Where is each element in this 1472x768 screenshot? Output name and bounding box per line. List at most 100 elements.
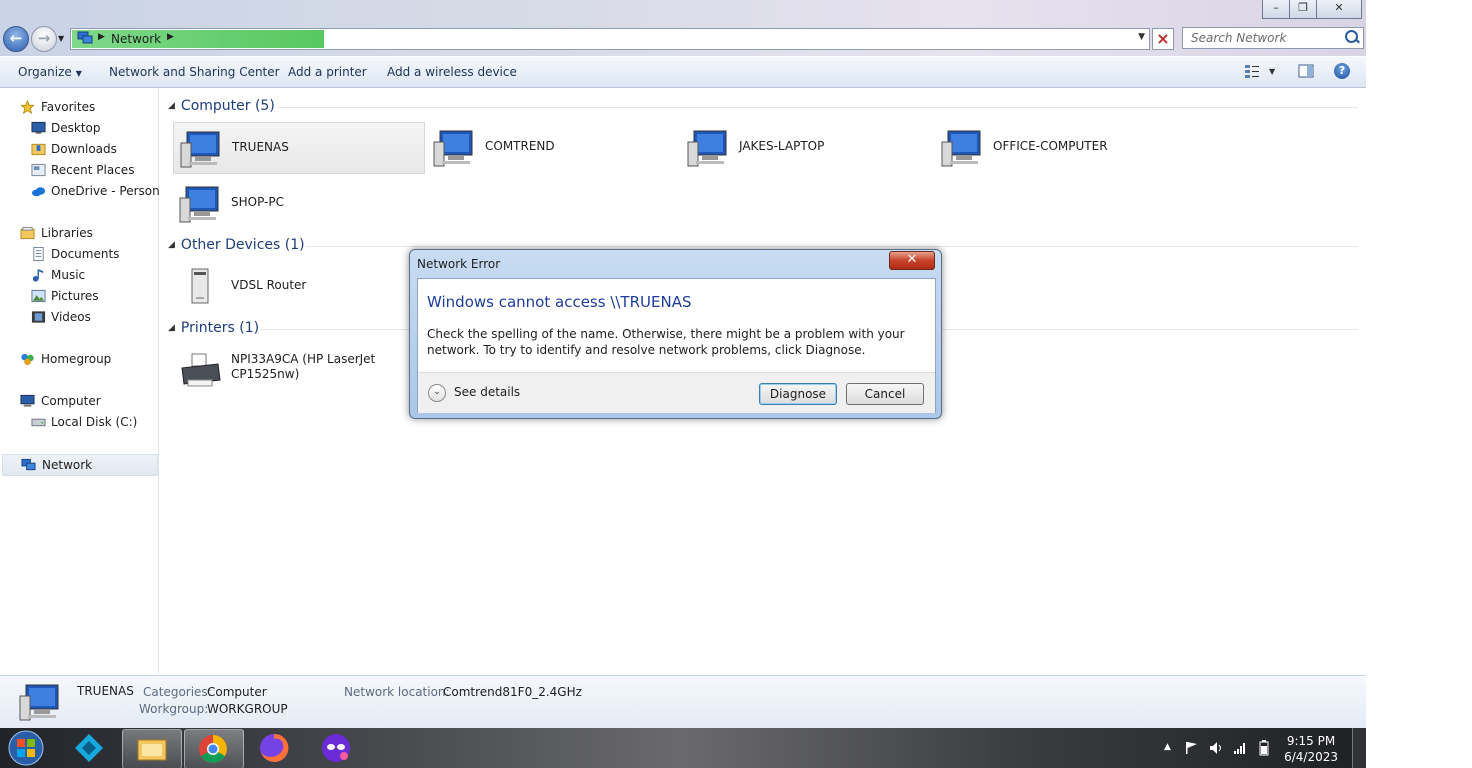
device-label: VDSL Router (231, 278, 307, 292)
diagnose-button[interactable]: Diagnose (759, 383, 837, 405)
view-dropdown-icon[interactable]: ▼ (1269, 67, 1275, 76)
sidebar-item-libraries[interactable]: Libraries (0, 223, 158, 243)
sidebar-item-label: Music (51, 268, 86, 282)
close-icon[interactable]: ✕ (1316, 0, 1362, 19)
network-sharing-center-button[interactable]: Network and Sharing Center (109, 65, 280, 79)
group-title: Computer (5) (180, 98, 275, 114)
see-details-toggle[interactable]: See details (454, 385, 520, 399)
recent-pages-dropdown-icon[interactable]: ▼ (58, 34, 64, 43)
device-label: OFFICE-COMPUTER (993, 139, 1108, 153)
sidebar-item-videos[interactable]: Videos (0, 307, 158, 327)
help-icon[interactable]: ? (1334, 63, 1350, 79)
title-bar: – ❐ ✕ ← → ▼ ▶ Network ▶ ▼ × Search Netwo… (0, 0, 1366, 56)
search-input[interactable]: Search Network (1182, 27, 1364, 49)
organize-label: Organize (18, 65, 72, 79)
battery-icon[interactable] (1259, 740, 1269, 756)
device-label: COMTREND (485, 139, 555, 153)
sidebar-item-downloads[interactable]: Downloads (0, 139, 158, 159)
computer-icon (179, 186, 219, 223)
device-jakes-laptop[interactable]: JAKES-LAPTOP (681, 122, 931, 172)
computer-icon (433, 130, 473, 167)
sidebar-item-homegroup[interactable]: Homegroup (0, 349, 158, 369)
sidebar-item-label: Libraries (41, 226, 93, 240)
add-wireless-device-button[interactable]: Add a wireless device (387, 65, 517, 79)
show-hidden-icons-icon[interactable]: ▲ (1164, 742, 1171, 752)
forward-button[interactable]: → (31, 26, 57, 52)
device-printer[interactable]: NPI33A9CA (HP LaserJet CP1525nw) (173, 344, 423, 394)
start-button-icon[interactable] (6, 730, 46, 766)
sidebar-item-documents[interactable]: Documents (0, 244, 158, 264)
network-signal-icon[interactable] (1233, 741, 1247, 755)
sidebar-item-pictures[interactable]: Pictures (0, 286, 158, 306)
address-dropdown-icon[interactable]: ▼ (1138, 32, 1145, 42)
taskbar-clock[interactable]: 9:15 PM 6/4/2023 (1284, 733, 1338, 765)
hard-drive-icon (31, 418, 46, 427)
search-placeholder: Search Network (1191, 31, 1287, 45)
breadcrumb-network[interactable]: Network (111, 32, 161, 46)
sidebar-item-label: Documents (51, 247, 120, 261)
taskbar-app[interactable] (308, 729, 366, 767)
cancel-button[interactable]: Cancel (846, 383, 924, 405)
minimize-icon[interactable]: – (1262, 0, 1290, 19)
taskbar-kodi[interactable] (60, 729, 118, 767)
device-vdsl-router[interactable]: VDSL Router (173, 261, 423, 311)
group-divider (306, 246, 1358, 247)
dialog-close-icon[interactable]: ✕ (889, 251, 935, 270)
computer-icon (941, 130, 981, 167)
chevron-down-icon: ▼ (75, 69, 82, 78)
sidebar-item-favorites[interactable]: Favorites (0, 97, 158, 117)
taskbar-chrome[interactable] (184, 729, 244, 768)
details-workgroup-label: Workgroup: (139, 702, 209, 716)
chevron-down-icon[interactable]: ⌄ (428, 384, 446, 402)
device-truenas[interactable]: TRUENAS (173, 122, 425, 174)
address-bar[interactable]: ▶ Network ▶ ▼ (70, 28, 1150, 50)
sidebar-item-recent-places[interactable]: Recent Places (0, 160, 158, 180)
view-options-icon[interactable] (1244, 63, 1260, 79)
show-desktop-button[interactable] (1352, 728, 1366, 768)
sidebar-item-local-disk[interactable]: Local Disk (C:) (0, 412, 158, 432)
details-categories-label: Categories: (143, 685, 212, 699)
taskbar-firefox[interactable] (246, 729, 304, 767)
network-icon (21, 458, 36, 471)
search-icon[interactable] (1345, 30, 1358, 43)
printer-name-line2: CP1525nw) (231, 367, 300, 381)
add-printer-button[interactable]: Add a printer (288, 65, 367, 79)
navigation-pane: Favorites Desktop Downloads Recent Place… (0, 88, 170, 674)
details-location-value: Comtrend81F0_2.4GHz (443, 685, 582, 699)
device-office-computer[interactable]: OFFICE-COMPUTER (935, 122, 1185, 172)
mask-app-icon (322, 734, 350, 762)
computer-icon (180, 131, 220, 168)
sidebar-item-music[interactable]: Music (0, 265, 158, 285)
device-label: NPI33A9CA (HP LaserJet CP1525nw) (231, 352, 375, 382)
sidebar-item-computer[interactable]: Computer (0, 391, 158, 411)
group-header-computer[interactable]: ◢ Computer (5) (168, 98, 275, 114)
taskbar-file-explorer[interactable] (122, 729, 182, 768)
breadcrumb-separator-icon[interactable]: ▶ (167, 32, 174, 42)
desktop-icon (31, 121, 46, 134)
sidebar-item-network[interactable]: Network (2, 454, 158, 476)
device-shop-pc[interactable]: SHOP-PC (173, 178, 423, 228)
network-icon (77, 31, 93, 44)
volume-icon[interactable] (1209, 741, 1223, 755)
sidebar-item-label: Downloads (51, 142, 117, 156)
group-header-printers[interactable]: ◢ Printers (1) (168, 320, 259, 336)
preview-pane-icon[interactable] (1298, 63, 1314, 79)
collapse-group-icon: ◢ (168, 240, 175, 250)
libraries-icon (20, 226, 35, 240)
back-button[interactable]: ← (3, 26, 29, 52)
sidebar-item-label: Recent Places (51, 163, 135, 177)
sidebar-item-desktop[interactable]: Desktop (0, 118, 158, 138)
clock-date: 6/4/2023 (1284, 750, 1338, 764)
stop-icon[interactable]: × (1152, 28, 1174, 50)
group-title: Other Devices (1) (180, 237, 305, 253)
firefox-icon (260, 733, 289, 762)
device-comtrend[interactable]: COMTREND (427, 122, 677, 172)
taskbar: ▲ 9:15 PM 6/4/2023 (0, 728, 1366, 768)
details-pane: TRUENAS Categories: Computer Workgroup: … (0, 675, 1366, 728)
group-header-other-devices[interactable]: ◢ Other Devices (1) (168, 237, 305, 253)
sidebar-item-onedrive[interactable]: OneDrive - Personal (0, 181, 170, 201)
organize-button[interactable]: Organize ▼ (18, 65, 82, 79)
action-center-flag-icon[interactable] (1185, 741, 1199, 755)
restore-icon[interactable]: ❐ (1289, 0, 1317, 19)
computer-icon (687, 130, 727, 167)
